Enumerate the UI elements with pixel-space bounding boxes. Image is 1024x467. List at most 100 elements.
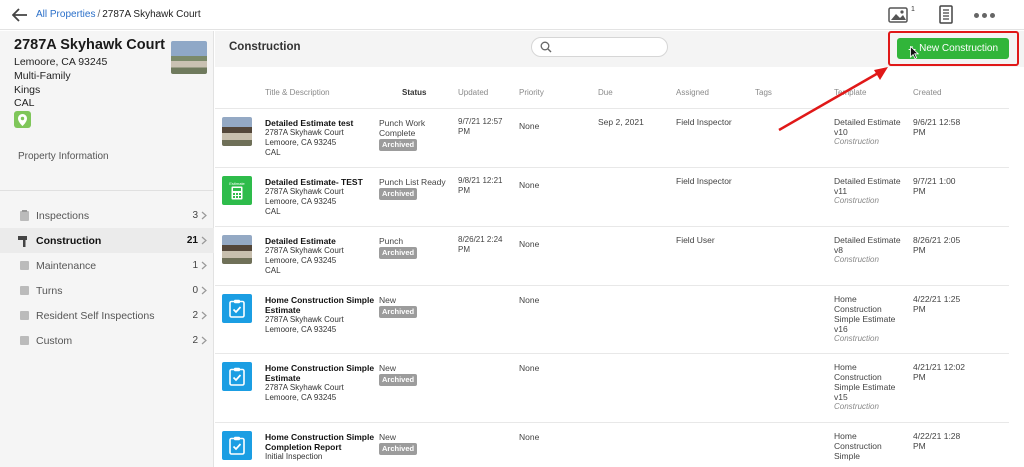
archived-badge: Archived (379, 443, 418, 455)
nav-label: Maintenance (36, 259, 97, 272)
column-header-due[interactable]: Due (598, 88, 613, 97)
house-thumbnail (222, 117, 252, 146)
status-text: Punch (379, 236, 404, 246)
property-information-link[interactable]: Property Information (18, 151, 109, 162)
row-code: CAL (265, 266, 281, 275)
template-category: Construction (834, 334, 879, 343)
nav-item-maintenance[interactable]: Maintenance 1 (0, 253, 214, 278)
map-button[interactable] (14, 111, 31, 128)
row-assigned: Field Inspector (676, 117, 732, 127)
house-thumbnail (222, 235, 252, 264)
column-header-status[interactable]: Status (402, 88, 426, 97)
clipboard-check-icon (229, 367, 245, 386)
highlight-box (888, 31, 1019, 66)
app-window: All Properties/2787A Skyhawk Court 1 278… (0, 0, 1024, 467)
row-status: New Archived (379, 432, 453, 455)
wrench-icon (18, 260, 30, 272)
column-header-assigned[interactable]: Assigned (676, 88, 709, 97)
nav-item-turns[interactable]: Turns 0 (0, 278, 214, 303)
chevron-right-icon (201, 336, 207, 345)
nav-label: Turns (36, 284, 63, 297)
breadcrumb-current: 2787A Skyhawk Court (102, 9, 201, 20)
row-created: 9/6/21 12:58 PM (913, 117, 961, 137)
nav-item-inspections[interactable]: Inspections 3 (0, 203, 214, 228)
table-row[interactable]: Home Construction Simple Completion Repo… (215, 422, 1009, 467)
template-category: Construction (834, 402, 879, 411)
row-city: Lemoore, CA 93245 (265, 197, 337, 206)
chevron-right-icon (201, 261, 207, 270)
resident-icon (18, 310, 30, 322)
row-template: Home Construction Simple Estimate v15 Con… (834, 362, 906, 412)
table-row[interactable]: Home Construction Simple Estimate 2787A … (215, 353, 1009, 422)
top-bar: All Properties/2787A Skyhawk Court 1 (0, 0, 1024, 30)
column-header-created[interactable]: Created (913, 88, 941, 97)
column-header-priority[interactable]: Priority (519, 88, 544, 97)
breadcrumb-all-properties[interactable]: All Properties (36, 9, 95, 20)
row-title: Home Construction Simple Estimate (265, 295, 375, 315)
row-address: 2787A Skyhawk Court (265, 128, 344, 137)
row-template: Detailed Estimate v11 Construction (834, 176, 906, 206)
breadcrumb: All Properties/2787A Skyhawk Court (36, 9, 201, 20)
table-row[interactable]: Detailed Estimate test 2787A Skyhawk Cou… (215, 108, 1009, 167)
property-panel: 2787A Skyhawk Court Lemoore, CA 93245 Mu… (0, 31, 214, 467)
template-name: Home Construction Simple Estimate v16 (834, 294, 896, 334)
hammer-icon (18, 235, 30, 247)
row-template: Home Construction Simple (834, 431, 906, 461)
more-options-button[interactable] (974, 7, 998, 23)
nav-item-construction[interactable]: Construction 21 (0, 228, 214, 253)
section-nav: Inspections 3 Construction 21 Maintenanc… (0, 203, 214, 353)
page-title: Construction (229, 41, 301, 53)
clipboard-thumbnail (222, 431, 252, 460)
row-status: Punch List Ready Archived (379, 177, 453, 200)
row-code: CAL (265, 148, 281, 157)
row-created: 4/22/21 1:25 PM (913, 294, 961, 314)
row-created: 9/7/21 1:00 PM (913, 176, 956, 196)
row-status: Punch Work Complete Archived (379, 118, 453, 151)
row-created: 4/22/21 1:28 PM (913, 431, 961, 451)
status-text: New (379, 363, 397, 373)
row-priority: None (519, 121, 540, 131)
document-button[interactable] (938, 5, 954, 25)
nav-count: 1 (192, 260, 198, 271)
row-priority: None (519, 363, 540, 373)
row-created: 4/21/21 12:02 PM (913, 362, 965, 382)
dot-icon (990, 12, 995, 18)
nav-item-custom[interactable]: Custom 2 (0, 328, 214, 353)
chevron-right-icon (201, 311, 207, 320)
table-row[interactable]: Estimate Detailed Estimate- TEST 2787A S… (215, 167, 1009, 226)
row-address: 2787A Skyhawk Court (265, 187, 344, 196)
template-category: Construction (834, 196, 879, 205)
dot-icon (982, 12, 987, 18)
nav-count: 3 (192, 210, 198, 221)
property-type: Multi-Family (14, 70, 71, 82)
row-city: Lemoore, CA 93245 (265, 325, 337, 334)
map-pin-icon (18, 113, 27, 126)
nav-label: Construction (36, 234, 102, 247)
column-header-updated[interactable]: Updated (458, 88, 488, 97)
row-city: Lemoore, CA 93245 (265, 138, 337, 147)
search-input[interactable] (531, 37, 668, 57)
template-name: Detailed Estimate v8 (834, 235, 901, 255)
table-header: Title & Description Status Updated Prior… (215, 83, 1024, 101)
chevron-right-icon (201, 211, 207, 220)
archived-badge: Archived (379, 247, 418, 259)
template-category: Construction (834, 255, 879, 264)
property-photo[interactable] (171, 41, 207, 74)
status-text: Punch List Ready (379, 177, 446, 187)
column-header-title[interactable]: Title & Description (265, 88, 330, 97)
archived-badge: Archived (379, 139, 418, 151)
table-row[interactable]: Detailed Estimate 2787A Skyhawk Court Le… (215, 226, 1009, 285)
nav-item-resident-self-inspections[interactable]: Resident Self Inspections 2 (0, 303, 214, 328)
nav-count: 2 (192, 310, 198, 321)
column-header-template[interactable]: Template (834, 88, 866, 97)
status-text: Punch Work Complete (379, 118, 426, 138)
column-header-tags[interactable]: Tags (755, 88, 772, 97)
chevron-right-icon (201, 236, 207, 245)
table-row[interactable]: Home Construction Simple Estimate 2787A … (215, 285, 1009, 353)
row-title: Detailed Estimate (265, 236, 336, 246)
back-button[interactable] (10, 5, 30, 25)
photos-button[interactable] (888, 6, 910, 24)
property-code: CAL (14, 97, 35, 109)
property-county: Kings (14, 84, 41, 96)
document-icon (939, 5, 953, 24)
